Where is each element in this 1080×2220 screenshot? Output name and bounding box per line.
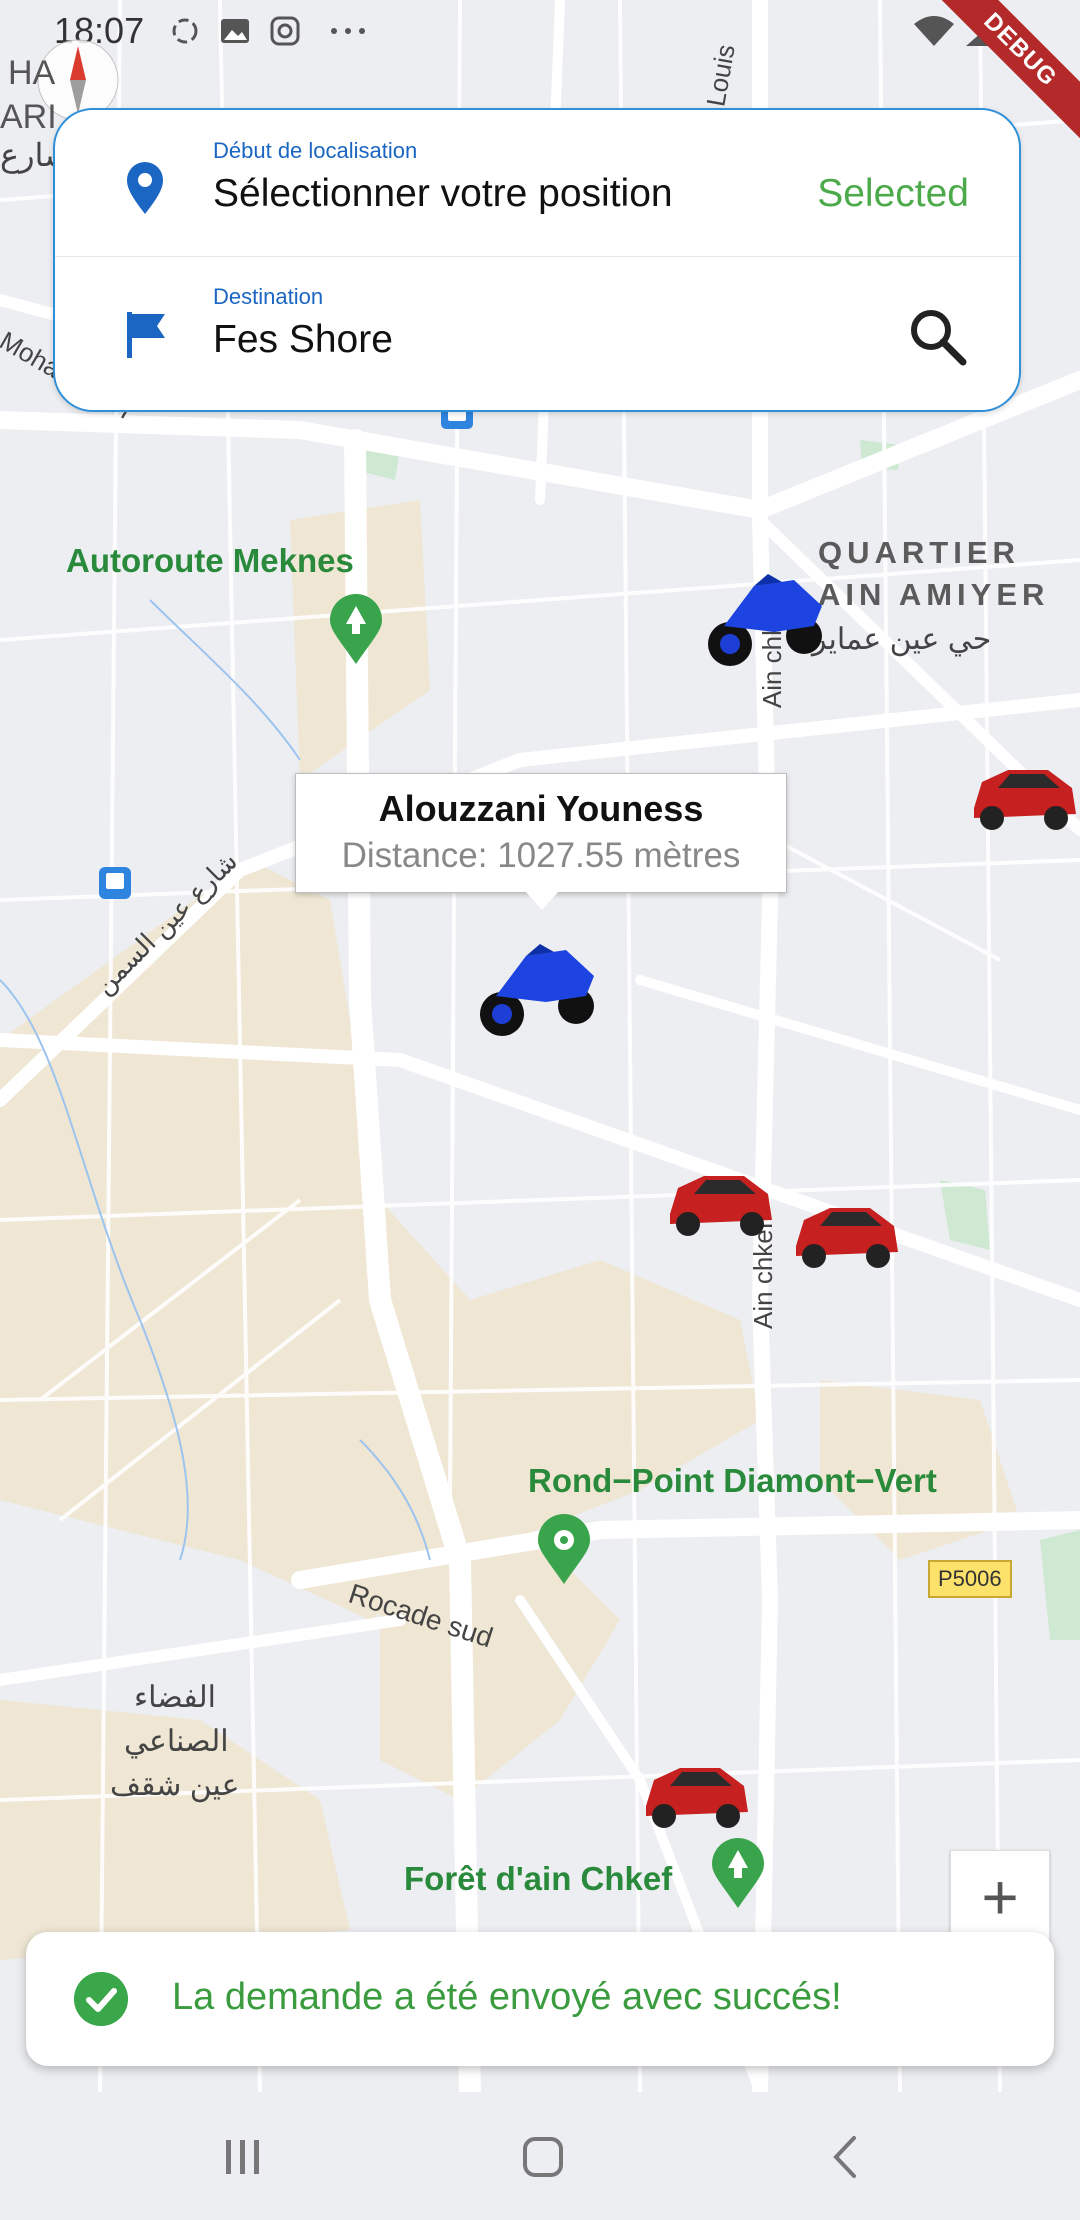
back-icon[interactable] bbox=[822, 2132, 872, 2182]
map-label-partial-1: HA bbox=[8, 54, 56, 92]
zone-arabic-1: الفضاء bbox=[134, 1681, 216, 1714]
zone-arabic-3: عين شقف bbox=[110, 1769, 240, 1802]
more-icon bbox=[331, 28, 365, 34]
status-bar: 18:07 DEBUG bbox=[0, 0, 1080, 157]
gallery-icon bbox=[221, 19, 249, 43]
zone-arabic-2: الصناعي bbox=[124, 1725, 229, 1758]
motorcycle-marker[interactable] bbox=[704, 566, 828, 674]
map-label-partial-2: ARI bbox=[0, 98, 57, 136]
system-nav-bar bbox=[0, 2092, 1080, 2220]
poi-label-foret[interactable]: Forêt d'ain Chkef bbox=[404, 1860, 672, 1898]
map-view[interactable]: 18:07 DEBUG HA ARI شارع Mohamed VI Louis… bbox=[0, 0, 1080, 2092]
route-search-card: Début de localisation Sélectionner votre… bbox=[53, 108, 1021, 412]
quartier-label: QUARTIER AIN AMIYER bbox=[818, 532, 1049, 616]
wifi-icon bbox=[914, 16, 954, 46]
recent-apps-icon[interactable] bbox=[218, 2132, 268, 2182]
garden-pin-icon[interactable] bbox=[536, 1514, 592, 1586]
destination-caption: Destination bbox=[213, 284, 324, 309]
start-selected-status: Selected bbox=[817, 172, 969, 215]
instagram-icon bbox=[270, 16, 300, 46]
home-icon[interactable] bbox=[518, 2132, 568, 2182]
poi-label-autoroute[interactable]: Autoroute Meknes bbox=[66, 542, 354, 580]
driver-name: Alouzzani Youness bbox=[378, 788, 704, 829]
forest-pin-icon[interactable] bbox=[710, 1838, 766, 1910]
park-pin-icon[interactable] bbox=[328, 594, 384, 666]
motorcycle-marker-selected[interactable] bbox=[476, 936, 600, 1044]
destination-value[interactable]: Fes Shore bbox=[213, 318, 393, 362]
search-icon[interactable] bbox=[905, 304, 969, 368]
snackbar-message: La demande a été envoyé avec succés! bbox=[172, 1976, 842, 2018]
destination-row[interactable]: Destination Fes Shore bbox=[55, 256, 1019, 402]
bus-stop-icon[interactable] bbox=[98, 866, 132, 900]
location-pin-icon bbox=[127, 162, 163, 214]
quartier-line-2: AIN AMIYER bbox=[818, 577, 1050, 612]
car-marker-3[interactable] bbox=[790, 1186, 902, 1282]
start-caption: Début de localisation bbox=[213, 138, 418, 163]
quartier-line-1: QUARTIER bbox=[818, 535, 1020, 570]
driver-distance: Distance: 1027.55 mètres bbox=[341, 836, 741, 875]
sync-icon bbox=[172, 18, 198, 44]
poi-label-rond-point[interactable]: Rond−Point Diamont−Vert bbox=[528, 1462, 937, 1500]
start-location-row[interactable]: Début de localisation Sélectionner votre… bbox=[55, 110, 1019, 257]
flag-icon bbox=[127, 312, 165, 358]
quartier-arabic-label: حي عين عماير bbox=[812, 623, 992, 656]
car-marker-2[interactable] bbox=[664, 1154, 776, 1250]
check-circle-icon bbox=[74, 1972, 128, 2026]
driver-info-window[interactable]: Alouzzani Youness Distance: 1027.55 mètr… bbox=[295, 773, 787, 910]
start-location-value[interactable]: Sélectionner votre position bbox=[213, 172, 673, 216]
road-badge: P5006 bbox=[928, 1560, 1012, 1598]
car-marker-4[interactable] bbox=[640, 1746, 752, 1842]
car-marker[interactable] bbox=[968, 748, 1080, 844]
success-snackbar: La demande a été envoyé avec succés! bbox=[26, 1932, 1054, 2066]
